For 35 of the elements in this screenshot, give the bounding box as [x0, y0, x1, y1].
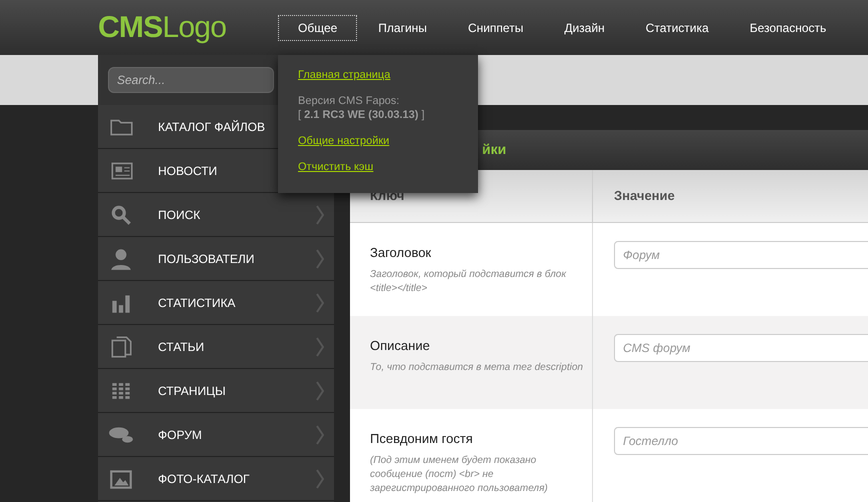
nav-tab[interactable]: Безопасность	[730, 14, 846, 40]
value-field[interactable]: Форум	[614, 241, 868, 269]
value-field[interactable]: CMS форум	[614, 334, 868, 362]
chevron-icon	[316, 468, 324, 488]
sidebar-item[interactable]: ПОИСК	[98, 193, 334, 237]
chevron-icon	[316, 380, 324, 400]
sidebar-item[interactable]: СТАТЬИ	[98, 325, 334, 369]
chevron-icon	[316, 204, 324, 224]
nav-tab[interactable]: Дизайн	[544, 14, 625, 40]
chevron-icon	[316, 292, 324, 312]
sidebar-item[interactable]: ФОТО-КАТАЛОГ	[98, 457, 334, 501]
value-field[interactable]: Гостелло	[614, 427, 868, 455]
setting-hint: То, что подставится в мета тег description	[370, 360, 584, 374]
chevron-icon	[316, 248, 324, 268]
panel-title: йки	[482, 140, 506, 160]
sidebar-item[interactable]: СТАТИСТИКА	[98, 281, 334, 325]
nav-tab[interactable]: Плагины	[358, 14, 447, 40]
sidebar-item[interactable]: ПОЛЬЗОВАТЕЛИ	[98, 237, 334, 281]
sidebar-item[interactable]: СТРАНИЦЫ	[98, 369, 334, 413]
chevron-icon	[316, 424, 324, 444]
nav-tab[interactable]: Статистика	[626, 14, 729, 40]
chevron-icon	[316, 336, 324, 356]
nav-tab[interactable]: Общее	[278, 14, 358, 40]
setting-hint: Заголовок, который подставится в блок <title></title>	[370, 268, 568, 296]
logo[interactable]: CMSLogo	[98, 5, 278, 50]
search-field[interactable]: Search...	[108, 67, 274, 93]
sidebar-item[interactable]: ФОРУМ	[98, 413, 334, 457]
setting-name: Псевдоним гостя	[370, 430, 474, 448]
setting-hint: (Под этим именем будет показано сообщение (пост) <br> не зарегистрированного пользователя)	[370, 454, 549, 496]
nav-tab[interactable]: Сниппеты	[448, 14, 544, 40]
setting-name: Описание	[370, 337, 431, 355]
column-header: Значение	[614, 187, 675, 206]
setting-name: Заголовок	[370, 244, 432, 262]
menu-link[interactable]: Главная страница	[298, 68, 390, 82]
version-label: Версия CMS Fapos:	[298, 94, 400, 108]
